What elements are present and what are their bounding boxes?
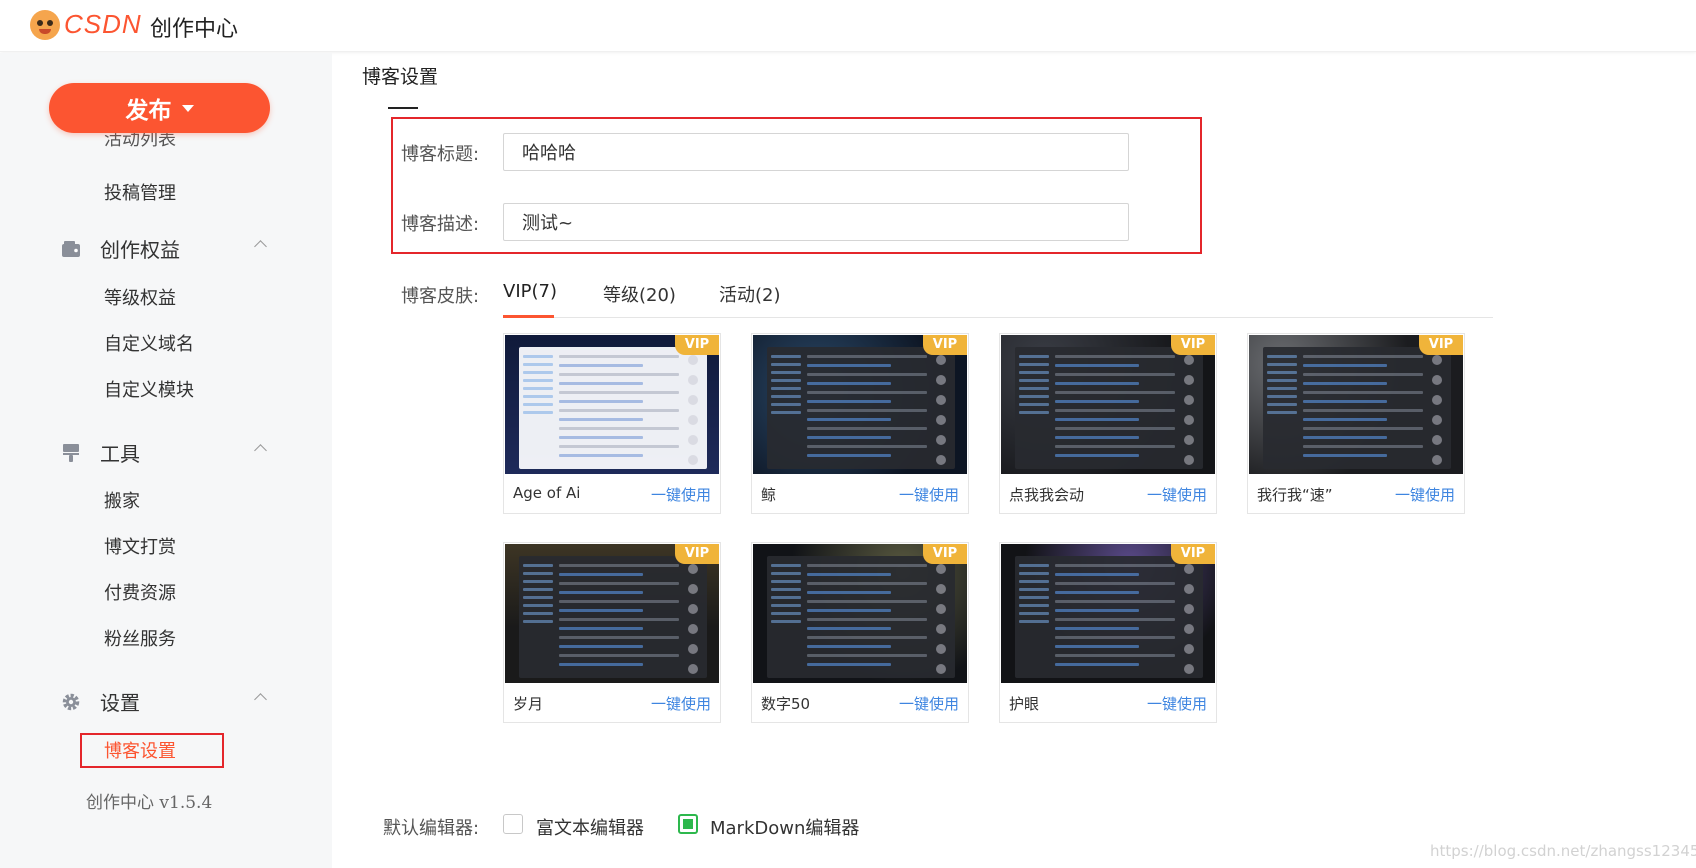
skin-preview-image: VIP [1001,544,1215,683]
blog-title-input[interactable] [503,133,1129,171]
mascot-icon [30,9,60,40]
vip-badge: VIP [675,335,719,355]
publish-button-label: 发布 [125,98,172,124]
skin-preview-image: VIP [505,544,719,683]
sidebar-group-label: 设置 [100,691,140,715]
vip-badge: VIP [675,544,719,564]
vip-badge: VIP [1171,335,1215,355]
tab-active-indicator [503,315,554,318]
chevron-up-icon[interactable] [254,240,267,253]
tab-vip[interactable]: VIP(7) [503,281,557,302]
sidebar-group-tools[interactable]: 工具 [60,438,267,467]
skin-name: Age of Ai [513,484,581,502]
skin-preview-image: VIP [505,335,719,474]
rich-text-editor-label[interactable]: 富文本编辑器 [536,814,644,840]
apply-skin-link[interactable]: 一键使用 [899,484,959,505]
apply-skin-link[interactable]: 一键使用 [1395,484,1455,505]
title-underline [388,107,418,109]
vip-badge: VIP [923,544,967,564]
skin-card[interactable]: VIP 数字50 一键使用 [751,542,969,723]
skin-card[interactable]: VIP Age of Ai 一键使用 [503,333,721,514]
markdown-editor-checkbox[interactable] [678,814,698,834]
skin-preview-image: VIP [753,335,967,474]
app-title: 创作中心 [150,17,239,42]
blog-desc-input[interactable] [503,203,1129,241]
blog-title-label: 博客标题: [401,144,480,165]
skin-name: 护眼 [1009,695,1040,713]
skin-card[interactable]: VIP 鲸 一键使用 [751,333,969,514]
page-title: 博客设置 [362,66,439,88]
sidebar-item-migrate[interactable]: 搬家 [104,487,140,513]
vip-badge: VIP [923,335,967,355]
apply-skin-link[interactable]: 一键使用 [1147,484,1207,505]
sidebar-group-label: 创作权益 [100,238,180,262]
skin-name: 数字50 [761,695,811,713]
skin-card[interactable]: VIP 我行我“速” 一键使用 [1247,333,1465,514]
default-editor-label: 默认编辑器: [383,818,480,839]
apply-skin-link[interactable]: 一键使用 [1147,693,1207,714]
sidebar-item-fan-service[interactable]: 粉丝服务 [104,625,176,651]
skin-preview-image: VIP [753,544,967,683]
tab-activity[interactable]: 活动(2) [719,281,781,307]
sidebar: 活动列表 发布 投稿管理 创作权益 等级权益 自定义域名 自定义模块 工具 搬家… [0,53,332,868]
markdown-editor-label[interactable]: MarkDown编辑器 [710,814,859,840]
csdn-logo[interactable]: CSDN [30,9,142,40]
sidebar-item-submissions[interactable]: 投稿管理 [104,179,176,205]
apply-skin-link[interactable]: 一键使用 [899,693,959,714]
sidebar-group-label: 工具 [100,442,140,466]
sidebar-group-creator-benefits[interactable]: 创作权益 [60,234,267,263]
logo-text: CSDN [64,9,142,39]
watermark-text: https://blog.csdn.net/zhangss123456 [1430,842,1696,860]
blog-desc-label: 博客描述: [401,214,480,235]
top-bar: CSDN 创作中心 [0,0,1696,52]
blog-skin-label: 博客皮肤: [401,286,480,307]
skin-card[interactable]: VIP 点我我会动 一键使用 [999,333,1217,514]
caret-down-icon [181,104,194,112]
skin-card[interactable]: VIP 岁月 一键使用 [503,542,721,723]
rich-text-editor-checkbox[interactable] [503,814,523,834]
sidebar-item-custom-domain[interactable]: 自定义域名 [104,330,194,356]
brush-icon [60,442,82,464]
chevron-up-icon[interactable] [254,693,267,706]
skin-name: 点我我会动 [1009,486,1085,504]
sidebar-group-settings[interactable]: 设置 [60,687,267,716]
apply-skin-link[interactable]: 一键使用 [651,484,711,505]
wallet-icon [60,238,82,260]
chevron-up-icon[interactable] [254,444,267,457]
sidebar-item-level-benefits[interactable]: 等级权益 [104,284,176,310]
sidebar-item-reward[interactable]: 博文打赏 [104,533,176,559]
publish-button[interactable]: 发布 [49,83,270,133]
sidebar-item-paid-resources[interactable]: 付费资源 [104,579,176,605]
sidebar-item-custom-module[interactable]: 自定义模块 [104,376,194,402]
apply-skin-link[interactable]: 一键使用 [651,693,711,714]
vip-badge: VIP [1171,544,1215,564]
version-text: 创作中心 v1.5.4 [86,793,213,813]
active-item-highlight [80,733,224,768]
skin-name: 鲸 [761,486,777,504]
tab-level[interactable]: 等级(20) [603,281,676,307]
gear-icon [60,691,82,713]
vip-badge: VIP [1419,335,1463,355]
skin-card[interactable]: VIP 护眼 一键使用 [999,542,1217,723]
skin-tabs: VIP(7) 等级(20) 活动(2) [503,278,1493,318]
skin-name: 岁月 [513,695,544,713]
skin-preview-image: VIP [1001,335,1215,474]
skin-preview-image: VIP [1249,335,1463,474]
skin-name: 我行我“速” [1257,486,1333,504]
